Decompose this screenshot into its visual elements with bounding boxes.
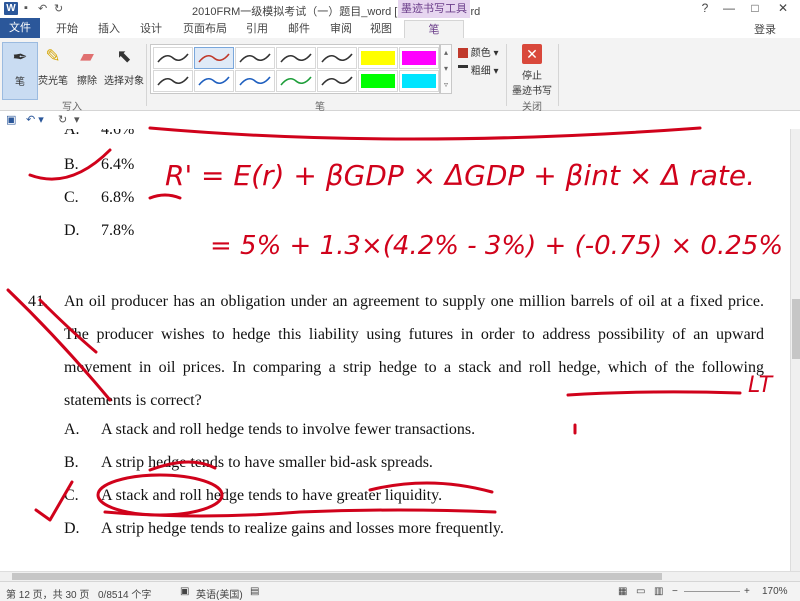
title-bar: W ▪ ↶ ↻ 2010FRM一级模拟考试（一）题目_word [兼容模式] -… [0, 0, 800, 18]
question-text: An oil producer has an obligation under … [64, 293, 764, 409]
prev-option-letter: B. [64, 156, 79, 173]
undo-icon[interactable]: ↶ ▾ [26, 113, 44, 126]
close-button[interactable]: ✕ [772, 1, 794, 15]
pen-swatch[interactable] [399, 47, 439, 69]
tab-references[interactable]: 引用 [240, 20, 274, 38]
prev-option-text: 7.8% [101, 222, 135, 239]
tab-design[interactable]: 设计 [134, 20, 168, 38]
tab-home[interactable]: 开始 [50, 20, 84, 38]
ribbon: ✒ 笔 ✎ 荧光笔 ▰ 擦除 ⬉ 选择对象 写入 ▴ ▾ ▿ 颜色 ▾ 粗细 ▾ 笔… [0, 38, 800, 113]
option-text: A strip hedge tends to have smaller bid-… [101, 454, 433, 471]
prev-option-text: 6.8% [101, 189, 135, 206]
status-bar: 第 12 页，共 30 页 0/8514 个字 ▣ 英语(美国) ▤ ▦ ▭ ▥… [0, 581, 800, 601]
divider [506, 44, 507, 106]
prev-option-text: 4.6% [101, 129, 135, 138]
option-letter: D. [64, 520, 80, 537]
option-text: A strip hedge tends to realize gains and… [101, 520, 504, 537]
scroll-thumb[interactable] [792, 299, 800, 359]
save-icon[interactable]: ▣ [6, 113, 16, 126]
pen-button[interactable]: ✒ 笔 [2, 42, 38, 100]
option-text: A stack and roll hedge tends to involve … [101, 421, 476, 438]
pen-thickness-dropdown[interactable]: 粗细 ▾ [458, 62, 499, 78]
word-count[interactable]: 0/8514 个字 [98, 586, 151, 601]
highlighter-icon: ✎ [45, 46, 61, 66]
login-link[interactable]: 登录 [754, 21, 776, 37]
pen-swatch[interactable] [153, 47, 193, 69]
pen-swatch[interactable] [235, 47, 275, 69]
option-letter: C. [64, 487, 79, 504]
divider [146, 44, 147, 106]
restore-button[interactable]: □ [744, 1, 766, 15]
eraser-icon: ▰ [80, 46, 94, 66]
macro-icon: ▤ [250, 586, 260, 597]
zoom-in-icon[interactable]: + [744, 586, 750, 597]
pen-gallery-scroll[interactable]: ▴ ▾ ▿ [440, 44, 452, 94]
scroll-thumb[interactable] [12, 573, 662, 580]
tab-page-layout[interactable]: 页面布局 [176, 20, 234, 38]
context-group-label: 墨迹书写工具 [398, 0, 470, 18]
tab-mailings[interactable]: 邮件 [282, 20, 316, 38]
page-count[interactable]: 第 12 页，共 30 页 [6, 586, 89, 601]
save-icon[interactable]: ▪ [24, 2, 28, 14]
option-text: A stack and roll hedge tends to have gre… [101, 487, 443, 504]
undo-icon[interactable]: ↶ [38, 2, 47, 15]
pen-swatch[interactable] [153, 70, 193, 92]
pen-swatch[interactable] [194, 70, 234, 92]
pen-swatch[interactable] [399, 70, 439, 92]
document-page[interactable]: A. 4.6% B. 6.4% C. 6.8% D. 7.8% 41. An o… [0, 129, 790, 571]
pen-swatch[interactable] [235, 70, 275, 92]
pen-swatch[interactable] [276, 70, 316, 92]
pen-icon: ✒ [12, 47, 28, 67]
tab-view[interactable]: 视图 [364, 20, 398, 38]
redo-icon[interactable]: ↻ [54, 2, 63, 15]
zoom-level[interactable]: 170% [762, 586, 788, 597]
select-objects-button[interactable]: ⬉ 选择对象 [104, 42, 144, 98]
zoom-slider[interactable] [684, 591, 740, 592]
pen-swatch[interactable] [317, 70, 357, 92]
stop-inking-button[interactable]: ✕ 停止 墨迹书写 [510, 42, 554, 98]
pen-swatch[interactable] [194, 47, 234, 69]
quick-access-toolbar: ▣ ↶ ▾ ↻ ▾ [0, 111, 800, 130]
eraser-button[interactable]: ▰ 擦除 [70, 42, 104, 98]
web-layout-icon[interactable]: ▥ [654, 586, 663, 597]
pen-gallery [150, 44, 440, 94]
zoom-out-icon[interactable]: − [672, 586, 678, 597]
pen-swatch[interactable] [276, 47, 316, 69]
ribbon-tabs: 文件 开始 插入 设计 页面布局 引用 邮件 审阅 视图 笔 登录 [0, 18, 800, 39]
vertical-scrollbar[interactable] [790, 129, 800, 571]
cursor-icon: ⬉ [116, 46, 132, 66]
tab-file[interactable]: 文件 [0, 18, 40, 38]
prev-option-text: 6.4% [101, 156, 135, 173]
pen-color-dropdown[interactable]: 颜色 ▾ [458, 44, 499, 59]
language[interactable]: 英语(美国) [196, 586, 243, 601]
prev-option-letter: A. [64, 129, 80, 138]
pen-swatch[interactable] [317, 47, 357, 69]
divider [558, 44, 559, 106]
question-number: 41. [28, 293, 48, 310]
tab-review[interactable]: 审阅 [324, 20, 358, 38]
option-letter: A. [64, 421, 80, 438]
print-layout-icon[interactable]: ▭ [636, 586, 645, 597]
read-mode-icon[interactable]: ▦ [618, 586, 627, 597]
tab-pens[interactable]: 笔 [404, 20, 464, 39]
prev-option-letter: D. [64, 222, 80, 239]
redo-icon[interactable]: ↻ [58, 113, 67, 126]
stop-icon: ✕ [522, 44, 542, 64]
pen-swatch[interactable] [358, 70, 398, 92]
minimize-button[interactable]: — [718, 1, 740, 15]
word-logo-icon: W [4, 2, 18, 15]
prev-option-letter: C. [64, 189, 79, 206]
tab-insert[interactable]: 插入 [92, 20, 126, 38]
pen-swatch[interactable] [358, 47, 398, 69]
option-letter: B. [64, 454, 79, 471]
highlighter-button[interactable]: ✎ 荧光笔 [36, 42, 70, 98]
status-icon: ▣ [180, 586, 190, 597]
customize-toolbar-icon[interactable]: ▾ [74, 113, 80, 126]
help-button[interactable]: ? [694, 1, 716, 15]
